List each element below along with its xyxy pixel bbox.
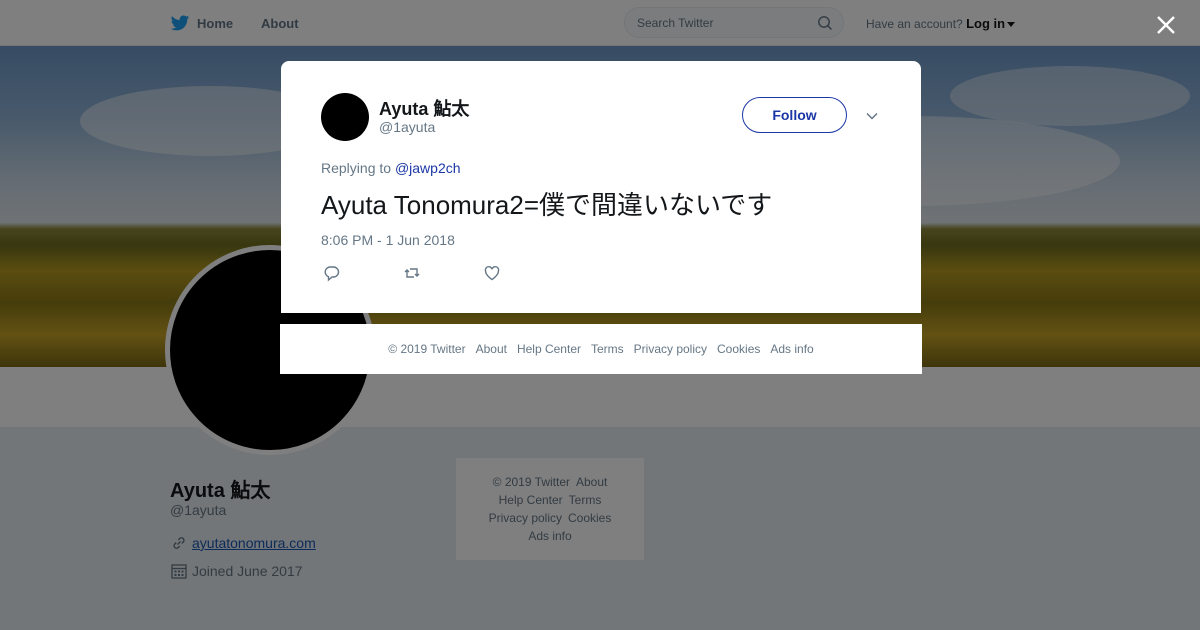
- replying-to: Replying to @jawp2ch: [321, 160, 461, 176]
- reply-icon[interactable]: [323, 264, 341, 282]
- footer-help[interactable]: Help Center: [517, 342, 581, 356]
- tweet-text: Ayuta Tonomura2=僕で間違いないです: [321, 190, 773, 220]
- chevron-down-icon[interactable]: [865, 109, 879, 123]
- tweet-avatar[interactable]: [321, 93, 369, 141]
- tweet-timestamp[interactable]: 8:06 PM - 1 Jun 2018: [321, 232, 455, 248]
- tweet-author-name[interactable]: Ayuta 鮎太: [379, 95, 469, 121]
- footer-terms[interactable]: Terms: [591, 342, 624, 356]
- replying-to-link[interactable]: @jawp2ch: [395, 160, 461, 176]
- tweet-card: Ayuta 鮎太 @1ayuta Follow Replying to @jaw…: [281, 61, 921, 313]
- footer-about[interactable]: About: [476, 342, 507, 356]
- replying-prefix: Replying to: [321, 160, 392, 176]
- footer-privacy[interactable]: Privacy policy: [634, 342, 707, 356]
- follow-button[interactable]: Follow: [742, 97, 847, 133]
- tweet-author-handle[interactable]: @1ayuta: [379, 119, 435, 135]
- footer-ads[interactable]: Ads info: [770, 342, 813, 356]
- footer-cookies[interactable]: Cookies: [717, 342, 760, 356]
- footer-copyright: © 2019 Twitter: [388, 342, 466, 356]
- close-icon[interactable]: [1155, 14, 1177, 36]
- modal-footer: © 2019 Twitter About Help Center Terms P…: [280, 324, 922, 374]
- like-icon[interactable]: [483, 264, 501, 282]
- retweet-icon[interactable]: [403, 264, 421, 282]
